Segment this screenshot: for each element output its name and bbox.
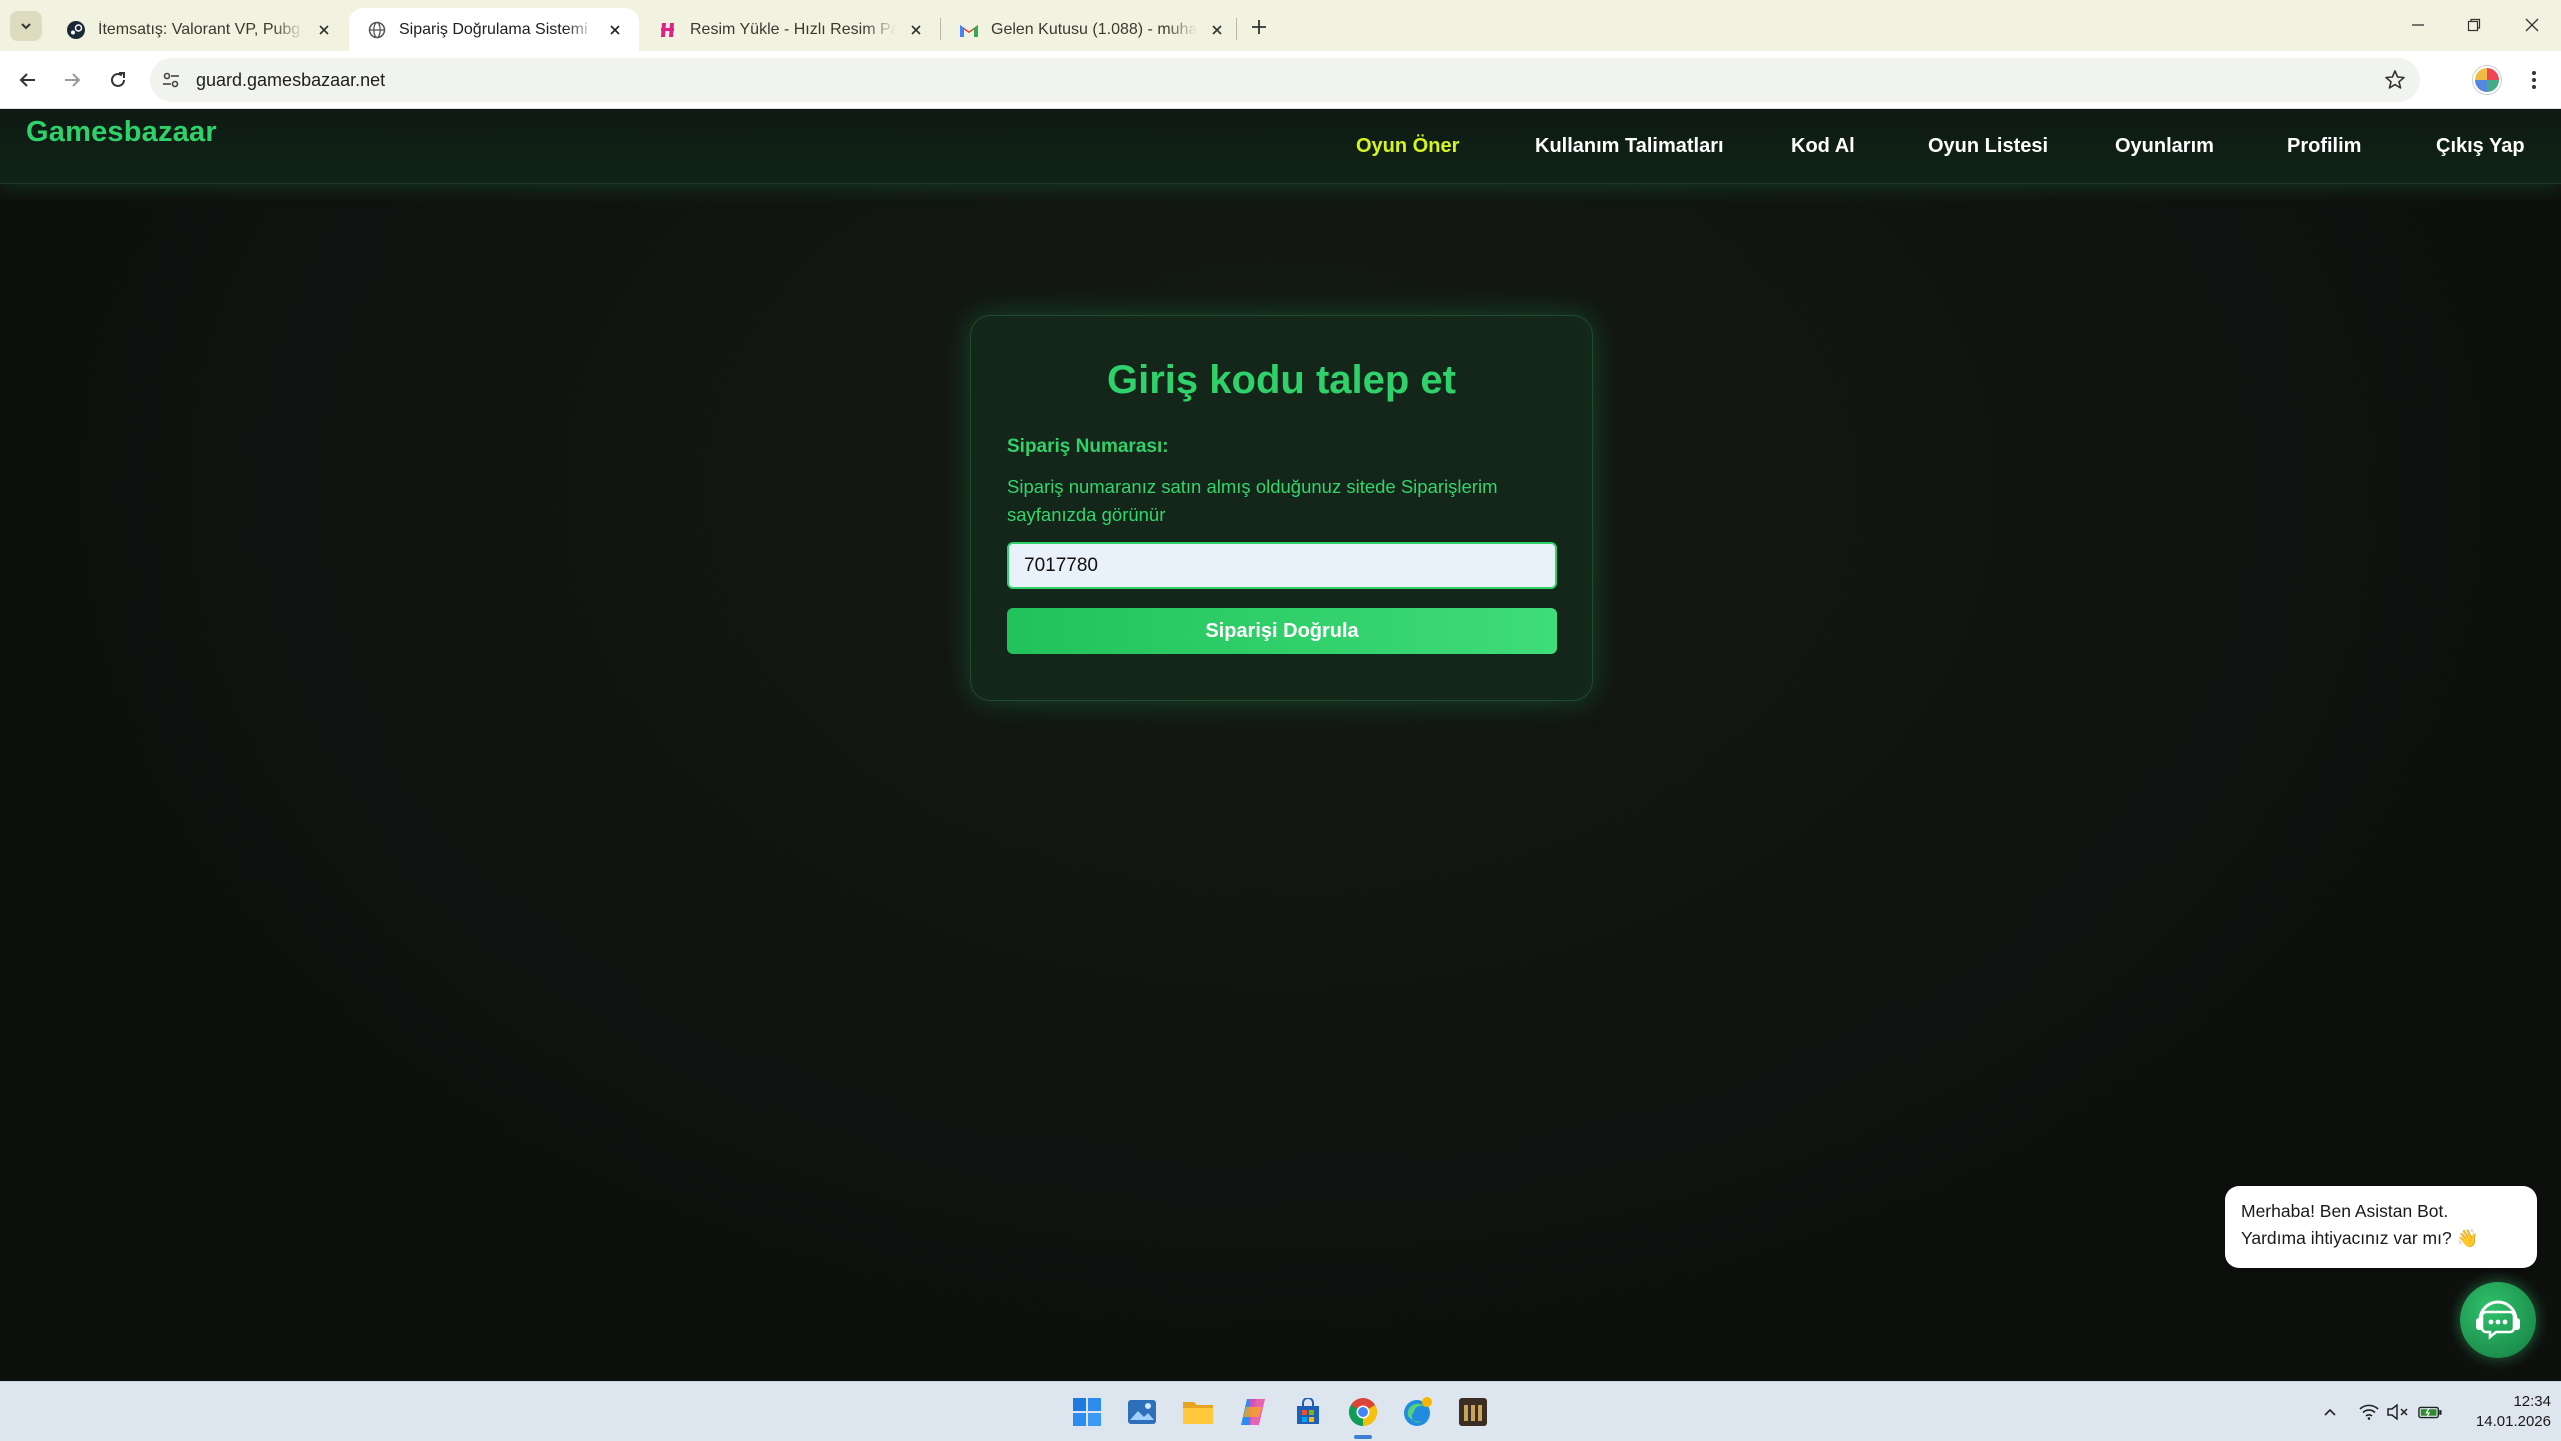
copilot-icon[interactable] [1235,1394,1271,1430]
tab-separator [1236,18,1237,40]
arrow-right-icon [65,73,81,87]
windows-taskbar: 12:34 14.01.2026 [0,1381,2561,1441]
close-tab-icon[interactable] [906,20,926,40]
restore-icon [2467,18,2481,32]
minimize-icon [2412,24,2424,26]
close-tab-icon[interactable] [314,20,334,40]
tab-title: Resim Yükle - Hızlı Resim Paylaşımı [690,20,896,38]
chatbot-greeting-line1: Merhaba! Ben Asistan Bot. [2241,1201,2449,1221]
address-bar[interactable]: guard.gamesbazaar.net [150,58,2420,102]
windows-start-icon[interactable] [1069,1394,1105,1430]
show-hidden-icons-chevron-icon[interactable] [2318,1400,2342,1424]
close-window-button[interactable] [2514,10,2550,40]
wifi-icon[interactable] [2357,1400,2381,1424]
app-icon[interactable] [1455,1394,1491,1430]
page-content: Gamesbazaar Oyun Öner Kullanım Talimatla… [0,110,2561,1381]
clock-date: 14.01.2026 [2475,1413,2551,1430]
chatbot-greeting-bubble[interactable]: Merhaba! Ben Asistan Bot. Yardıma ihtiya… [2225,1186,2537,1268]
chevron-down-icon [21,23,31,30]
verify-order-button[interactable]: Siparişi Doğrula [1007,608,1557,654]
site-logo[interactable]: Gamesbazaar [26,116,217,149]
steam-icon [66,20,86,40]
tab-gmail[interactable]: Gelen Kutusu (1.088) - muhammed [941,8,1241,51]
new-tab-button[interactable] [1244,12,1274,42]
arrow-left-icon [19,73,35,87]
nav-oyun-oner[interactable]: Oyun Öner [1356,135,1459,158]
chatbot-button[interactable] [2460,1282,2536,1358]
close-tab-icon[interactable] [1207,20,1227,40]
reload-button[interactable] [102,64,134,96]
site-info-icon[interactable] [160,69,182,91]
chrome-icon[interactable] [1345,1394,1381,1430]
nav-profilim[interactable]: Profilim [2287,135,2361,158]
nav-oyun-listesi[interactable]: Oyun Listesi [1928,135,2048,158]
tab-search-button[interactable] [10,11,42,41]
microsoft-store-icon[interactable] [1290,1394,1326,1430]
globe-icon [367,20,387,40]
order-number-help: Sipariş numaranız satın almış olduğunuz … [1007,476,1498,525]
browser-tab-bar: İtemsatış: Valorant VP, Pubg Mobile UC S… [0,0,2561,51]
order-number-label: Sipariş Numarası: [1007,436,1169,457]
tab-title: İtemsatış: Valorant VP, Pubg Mobile UC [98,20,304,38]
system-clock[interactable]: 12:34 14.01.2026 [2456,1392,2551,1432]
more-vertical-icon [2532,71,2536,89]
nav-kullanim-talimatlari[interactable]: Kullanım Talimatları [1535,135,1724,158]
nav-kod-al[interactable]: Kod Al [1791,135,1855,158]
browser-menu-button[interactable] [2520,66,2548,94]
hizli-resim-icon [658,20,678,40]
minimize-button[interactable] [2400,10,2436,40]
order-verification-card: Giriş kodu talep et Sipariş Numarası: Si… [970,315,1593,701]
nav-oyunlarim[interactable]: Oyunlarım [2115,135,2214,158]
bookmark-star-icon[interactable] [2384,69,2406,91]
volume-muted-icon[interactable] [2386,1400,2410,1424]
restore-button[interactable] [2456,10,2492,40]
chatbot-greeting-line2: Yardıma ihtiyacınız var mı? 👋 [2241,1228,2479,1248]
close-icon [2525,18,2539,32]
tab-title: Sipariş Doğrulama Sistemi - Gamesbazaar [399,20,595,38]
back-button[interactable] [12,64,44,96]
gmail-icon [959,20,979,40]
reload-icon [111,72,125,87]
tab-siparis-dogrulama[interactable]: Sipariş Doğrulama Sistemi - Gamesbazaar [349,8,639,51]
edge-icon[interactable] [1400,1394,1436,1430]
nav-cikis-yap[interactable]: Çıkış Yap [2436,135,2525,158]
chat-support-icon [2476,1300,2520,1340]
browser-toolbar: guard.gamesbazaar.net [0,51,2561,109]
forward-button[interactable] [56,64,88,96]
site-header: Gamesbazaar Oyun Öner Kullanım Talimatla… [0,110,2561,184]
profile-avatar[interactable] [2473,66,2501,94]
active-app-indicator [1354,1435,1372,1439]
tab-title: Gelen Kutusu (1.088) - muhammed [991,20,1197,38]
file-explorer-icon[interactable] [1180,1394,1216,1430]
plus-icon [1252,20,1266,34]
clock-time: 12:34 [2513,1393,2551,1410]
tab-itemsatis[interactable]: İtemsatış: Valorant VP, Pubg Mobile UC [48,8,348,51]
photos-icon[interactable] [1124,1394,1160,1430]
tab-resim-yukle[interactable]: Resim Yükle - Hızlı Resim Paylaşımı [640,8,940,51]
close-tab-icon[interactable] [605,20,625,40]
order-number-input[interactable] [1007,542,1557,589]
battery-icon[interactable] [2418,1400,2442,1424]
url-text[interactable]: guard.gamesbazaar.net [196,70,385,91]
card-title: Giriş kodu talep et [1107,358,1456,402]
